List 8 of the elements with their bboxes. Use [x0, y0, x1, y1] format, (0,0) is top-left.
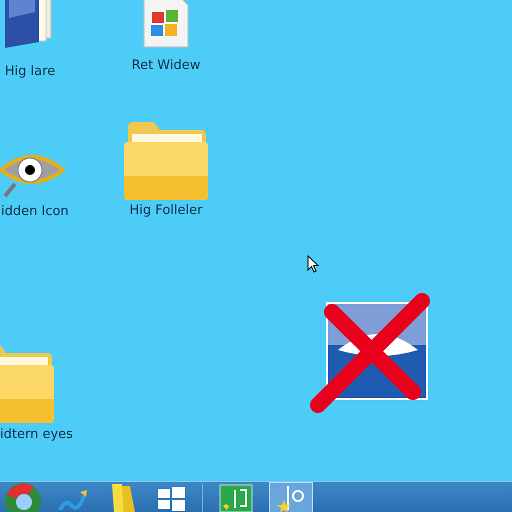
mouse-cursor-icon	[307, 255, 319, 273]
icon-label[interactable]: Ret Widew	[132, 58, 200, 73]
windows-document-icon[interactable]	[143, 0, 189, 48]
icon-label[interactable]: idtern eyes	[0, 427, 73, 442]
icon-label[interactable]: idden Icon	[1, 204, 69, 219]
icon-label[interactable]: Hig Folleler	[130, 203, 202, 218]
start-orb-icon[interactable]	[4, 482, 42, 512]
icon-label[interactable]: Hig lare	[4, 64, 56, 79]
